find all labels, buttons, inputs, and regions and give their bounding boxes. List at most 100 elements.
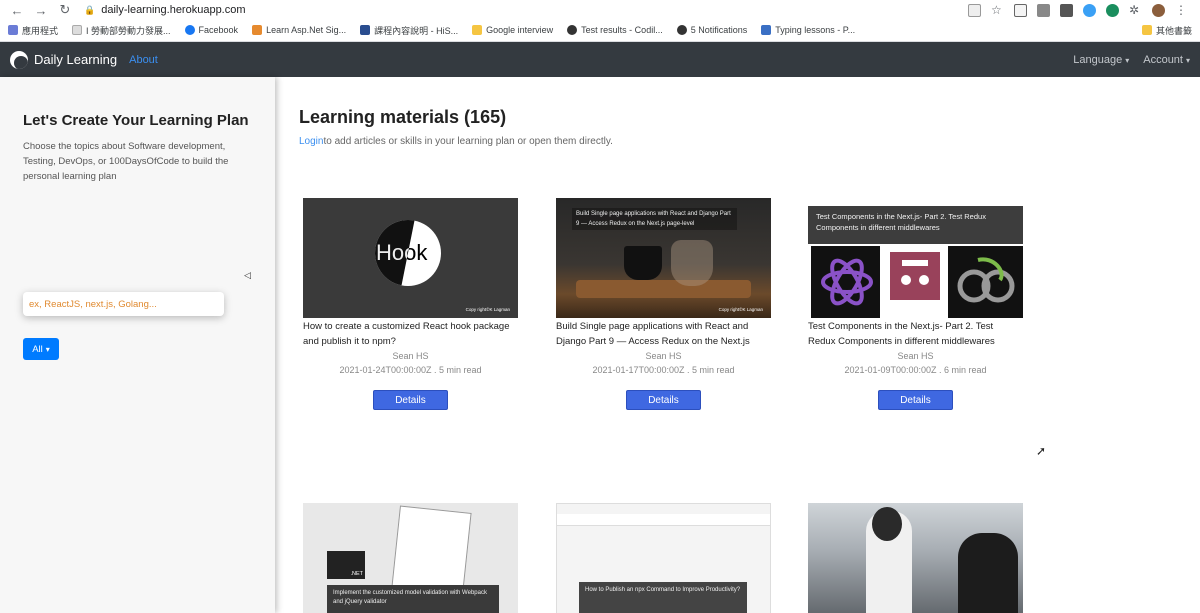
brand-logo-icon[interactable]	[10, 50, 28, 69]
bookmark-his[interactable]: 課程內容說明 - HiS...	[360, 24, 458, 37]
material-card: Build Single page applications with Reac…	[556, 198, 771, 410]
bookmark-apps[interactable]: 應用程式	[8, 24, 58, 37]
nav-about-link[interactable]: About	[129, 54, 158, 66]
back-icon[interactable]: ←	[8, 1, 26, 19]
translate-icon[interactable]	[968, 3, 981, 17]
card-meta: 2021-01-24T00:00:00Z . 5 min read	[339, 365, 482, 375]
facebook-icon	[184, 25, 195, 35]
thumbnail-text: Build Single page applications with Reac…	[572, 208, 737, 230]
copyright-text: Copy right©K Lagman	[718, 307, 763, 312]
card-title[interactable]: Build Single page applications with Reac…	[556, 319, 771, 349]
bookmark-typing[interactable]: Typing lessons - P...	[761, 25, 855, 35]
npm-header-bar	[557, 514, 770, 526]
details-button[interactable]: Details	[626, 390, 701, 410]
bookmark-labor[interactable]: I 勞動部勞動力發展...	[72, 24, 171, 37]
material-card: .NET Implement the customized model vali…	[303, 503, 518, 613]
address-bar[interactable]: 🔒 daily-learning.herokuapp.com	[84, 1, 968, 19]
reload-icon[interactable]: ↻	[56, 1, 74, 19]
card-thumbnail[interactable]: Hook Copy right©K Lagman	[303, 198, 518, 318]
lock-icon: 🔒	[84, 4, 96, 15]
topic-search-input[interactable]	[29, 298, 218, 310]
typing-icon	[761, 25, 772, 35]
tray-shape	[576, 280, 751, 298]
card-thumbnail[interactable]: Test Components in the Next.js- Part 2. …	[808, 198, 1023, 318]
thumbnail-text: Implement the customized model validatio…	[327, 585, 499, 613]
card-author: Sean HS	[897, 351, 934, 361]
pot-shape	[671, 240, 713, 286]
menu-icon[interactable]: ⋮	[1175, 3, 1188, 17]
login-prompt-text: to add articles or skills in your learni…	[323, 136, 613, 147]
bookmarks-bar: 應用程式 I 勞動部勞動力發展... Facebook Learn Asp.Ne…	[0, 20, 1200, 40]
sidebar-title: Let's Create Your Learning Plan	[23, 112, 249, 129]
collapse-sidebar-icon[interactable]: ◁	[244, 270, 251, 281]
page-title: Learning materials (165)	[299, 107, 507, 127]
card-thumbnail[interactable]: .NET Implement the customized model vali…	[303, 503, 518, 613]
bookmark-notifications[interactable]: 5 Notifications	[676, 25, 747, 35]
extension-icon-2[interactable]	[1037, 3, 1050, 17]
login-link[interactable]: Login	[299, 136, 323, 147]
react-devtools-icon[interactable]	[1083, 3, 1096, 17]
sidebar-description: Choose the topics about Software develop…	[23, 141, 229, 182]
bookmark-other[interactable]: 其他書籤	[1141, 24, 1192, 37]
main-area: Let's Create Your Learning Plan Choose t…	[0, 77, 1200, 613]
h-icon	[360, 25, 371, 35]
copyright-text: Copy right©K Lagman	[465, 307, 510, 312]
bookmark-aspnet[interactable]: Learn Asp.Net Sig...	[252, 25, 346, 35]
bookmark-google-interview[interactable]: Google interview	[472, 25, 553, 35]
star-icon[interactable]: ☆	[991, 3, 1004, 17]
brand-name[interactable]: Daily Learning	[34, 52, 117, 67]
extension-icon-3[interactable]	[1060, 3, 1073, 17]
person-shape	[958, 533, 1018, 613]
thumbnail-text: Hook	[376, 240, 428, 265]
extension-icon-1[interactable]	[1014, 3, 1027, 17]
details-button[interactable]: Details	[373, 390, 448, 410]
mouse-cursor-icon: ➚	[1036, 444, 1047, 458]
browser-toolbar: ← → ↻ 🔒 daily-learning.herokuapp.com ☆ ✲…	[0, 0, 1200, 42]
filter-all-dropdown[interactable]: All	[23, 338, 59, 360]
apps-icon	[8, 25, 18, 35]
card-thumbnail[interactable]: How to Publish an npx Command to Improve…	[556, 503, 771, 613]
card-title[interactable]: How to create a customized React hook pa…	[303, 319, 518, 349]
card-author: Sean HS	[645, 351, 682, 361]
thumbnail-text: How to Publish an npx Command to Improve…	[579, 582, 747, 613]
github-icon	[676, 25, 687, 35]
material-card: How to Publish an npx Command to Improve…	[556, 503, 771, 613]
material-card	[808, 503, 1023, 613]
person-head-shape	[872, 507, 902, 541]
card-thumbnail[interactable]: Build Single page applications with Reac…	[556, 198, 771, 318]
aspnet-icon	[252, 25, 263, 35]
folder-icon	[1141, 25, 1152, 35]
bookmark-codility[interactable]: Test results - Codil...	[567, 25, 663, 35]
grammarly-icon[interactable]	[1106, 3, 1119, 17]
card-thumbnail[interactable]	[808, 503, 1023, 613]
nav-right: Language Account	[1073, 54, 1190, 66]
browser-nav-row: ← → ↻ 🔒 daily-learning.herokuapp.com ☆ ✲…	[0, 0, 1200, 20]
material-card: Hook Copy right©K Lagman How to create a…	[303, 198, 518, 410]
globe-icon	[567, 25, 578, 35]
redux-saga-logo-icon	[948, 246, 1023, 318]
card-meta: 2021-01-17T00:00:00Z . 5 min read	[592, 365, 735, 375]
cup-shape	[624, 246, 662, 280]
jest-logo-icon	[880, 246, 950, 318]
content: Learning materials (165) Loginto add art…	[299, 77, 1179, 613]
extensions-bar: ☆ ✲ ⋮	[968, 3, 1188, 17]
card-meta: 2021-01-09T00:00:00Z . 6 min read	[844, 365, 987, 375]
url-text: daily-learning.herokuapp.com	[101, 4, 246, 16]
material-card: Test Components in the Next.js- Part 2. …	[808, 198, 1023, 410]
login-prompt: Loginto add articles or skills in your l…	[299, 136, 1179, 147]
navbar: Daily Learning About Language Account	[0, 42, 1200, 77]
account-dropdown[interactable]: Account	[1143, 54, 1190, 66]
avatar[interactable]	[1152, 3, 1165, 17]
language-dropdown[interactable]: Language	[1073, 54, 1129, 66]
card-author: Sean HS	[392, 351, 429, 361]
forward-icon[interactable]: →	[32, 1, 50, 19]
folder-icon	[472, 25, 483, 35]
page-icon	[72, 25, 83, 35]
dotnet-logo-icon: .NET	[327, 551, 365, 579]
puzzle-icon[interactable]: ✲	[1129, 3, 1142, 17]
bookmark-facebook[interactable]: Facebook	[184, 25, 238, 35]
redux-logo-icon	[811, 246, 884, 318]
card-title[interactable]: Test Components in the Next.js- Part 2. …	[808, 319, 1023, 349]
details-button[interactable]: Details	[878, 390, 953, 410]
thumbnail-text: Test Components in the Next.js- Part 2. …	[808, 206, 1023, 244]
